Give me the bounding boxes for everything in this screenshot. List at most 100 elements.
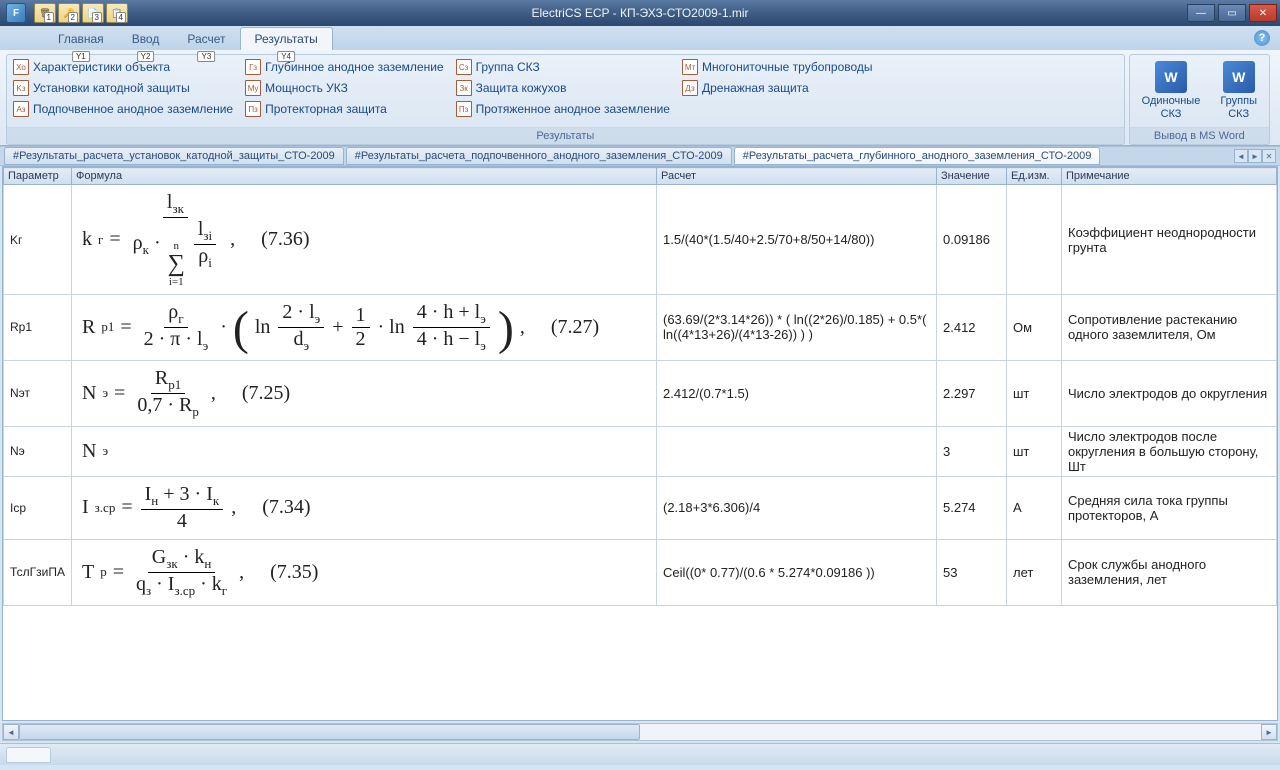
cell-calc: Ceil((0* 0.77)/(0.6 * 5.274*0.09186 )) xyxy=(657,539,937,605)
ribbon-group-results-label: Результаты xyxy=(7,127,1124,144)
cell-param: Nэт xyxy=(4,360,72,426)
cell-calc: 1.5/(40*(1.5/40+2.5/70+8/50+14/80)) xyxy=(657,185,937,294)
cell-note: Сопротивление растеканию одного заземлит… xyxy=(1062,294,1277,360)
cell-formula: kг = lзк ρк · n∑i=1 lзiρi , (7.36) xyxy=(72,185,657,294)
quick-access-toolbar: 🗑1 🔑2 📄3 📋4 xyxy=(34,3,128,23)
col-unit[interactable]: Ед.изм. xyxy=(1007,168,1062,185)
scroll-right-button[interactable]: ► xyxy=(1261,724,1277,740)
ribbon-tabs: ГлавнаяY1 ВводY2 РасчетY3 РезультатыY4 ? xyxy=(0,26,1280,50)
doc-tab-next[interactable]: ► xyxy=(1248,149,1262,163)
ribbon-group-word: W Одиночные СКЗ W Группы СКЗ Вывод в MS … xyxy=(1129,54,1270,145)
cell-param: Nэ xyxy=(4,426,72,476)
ribbon-tab-main[interactable]: ГлавнаяY1 xyxy=(44,28,118,50)
doc-tab-deep-anode[interactable]: #Результаты_расчета_глубинного_анодного_… xyxy=(734,147,1101,165)
deep-anode-icon: Гз xyxy=(245,59,261,75)
results-extended-anode[interactable]: ПзПротяженное анодное заземление xyxy=(452,99,678,119)
cell-value: 53 xyxy=(937,539,1007,605)
cell-unit: шт xyxy=(1007,360,1062,426)
cell-formula: Nэ xyxy=(72,426,657,476)
cell-formula: Tp = Gзк · kнqз · Iз.ср · kг , (7.35) xyxy=(72,539,657,605)
results-deep-anode[interactable]: ГзГлубинное анодное заземление xyxy=(241,57,452,77)
document-tabs: #Результаты_расчета_установок_катодной_з… xyxy=(0,146,1280,166)
window-title: ElectriCS ECP - КП-ЭХЗ-СТО2009-1.mir xyxy=(531,6,748,20)
qat-item-4[interactable]: 📋4 xyxy=(106,3,128,23)
cell-calc: 2.412/(0.7*1.5) xyxy=(657,360,937,426)
ribbon-group-word-label: Вывод в MS Word xyxy=(1130,127,1269,144)
cell-calc: (63.69/(2*3.14*26)) * ( ln((2*26)/0.185)… xyxy=(657,294,937,360)
qat-item-3[interactable]: 📄3 xyxy=(82,3,104,23)
col-calc[interactable]: Расчет xyxy=(657,168,937,185)
table-row: Nэт Nэ = Rp10,7 · Rp , (7.25) 2.412/(0.7… xyxy=(4,360,1277,426)
ribbon-tab-calc[interactable]: РасчетY3 xyxy=(173,28,239,50)
maximize-button[interactable]: ▭ xyxy=(1218,4,1246,22)
ribbon-tab-results[interactable]: РезультатыY4 xyxy=(240,27,333,50)
ribbon-group-results: XoХарактеристики объекта KзУстановки кат… xyxy=(6,54,1125,145)
scroll-track[interactable] xyxy=(19,724,1261,740)
cell-unit: лет xyxy=(1007,539,1062,605)
results-casing[interactable]: ЗкЗащита кожухов xyxy=(452,78,678,98)
cell-calc xyxy=(657,426,937,476)
cell-unit: шт xyxy=(1007,426,1062,476)
cell-calc: (2.18+3*6.306)/4 xyxy=(657,476,937,539)
table-row: ТслГзиПА Tp = Gзк · kнqз · Iз.ср · kг , … xyxy=(4,539,1277,605)
help-icon[interactable]: ? xyxy=(1254,30,1270,46)
cell-param: Kг xyxy=(4,185,72,294)
results-drainage[interactable]: ДзДренажная защита xyxy=(678,78,881,98)
qat-item-1[interactable]: 🗑1 xyxy=(34,3,56,23)
doc-tab-prev[interactable]: ◄ xyxy=(1234,149,1248,163)
cell-unit: Ом xyxy=(1007,294,1062,360)
cell-value: 0.09186 xyxy=(937,185,1007,294)
app-menu-button[interactable]: F xyxy=(6,3,26,23)
cell-value: 2.412 xyxy=(937,294,1007,360)
word-single-icon: W xyxy=(1155,61,1187,93)
protector-icon: Пз xyxy=(245,101,261,117)
minimize-button[interactable]: — xyxy=(1187,4,1215,22)
horizontal-scrollbar[interactable]: ◄ ► xyxy=(2,723,1278,741)
cell-param: Iср xyxy=(4,476,72,539)
table-row: Nэ Nэ 3 шт Число электродов после округл… xyxy=(4,426,1277,476)
ribbon-tab-input[interactable]: ВводY2 xyxy=(118,28,174,50)
results-subsurface-anode[interactable]: AзПодпочвенное анодное заземление xyxy=(9,99,241,119)
cell-value: 5.274 xyxy=(937,476,1007,539)
scroll-thumb[interactable] xyxy=(19,724,640,740)
results-table: Параметр Формула Расчет Значение Ед.изм.… xyxy=(3,167,1277,605)
results-multiline[interactable]: MтМногониточные трубопроводы xyxy=(678,57,881,77)
status-tab[interactable] xyxy=(6,747,51,763)
extended-anode-icon: Пз xyxy=(456,101,472,117)
table-row: Kг kг = lзк ρк · n∑i=1 lзiρi , (7.36) 1.… xyxy=(4,185,1277,294)
cell-value: 2.297 xyxy=(937,360,1007,426)
doc-tab-close[interactable]: ✕ xyxy=(1262,149,1276,163)
cell-param: Rp1 xyxy=(4,294,72,360)
export-group-skz[interactable]: W Группы СКЗ xyxy=(1210,57,1267,125)
cell-formula: Nэ = Rp10,7 · Rp , (7.25) xyxy=(72,360,657,426)
results-protector[interactable]: ПзПротекторная защита xyxy=(241,99,452,119)
ukz-power-icon: Mу xyxy=(245,80,261,96)
drainage-icon: Дз xyxy=(682,80,698,96)
cell-note: Средняя сила тока группы протекторов, А xyxy=(1062,476,1277,539)
results-table-area[interactable]: Параметр Формула Расчет Значение Ед.изм.… xyxy=(2,166,1278,721)
word-group-icon: W xyxy=(1223,61,1255,93)
cell-value: 3 xyxy=(937,426,1007,476)
characteristics-icon: Xo xyxy=(13,59,29,75)
results-ukz-power[interactable]: MуМощность УКЗ xyxy=(241,78,452,98)
col-note[interactable]: Примечание xyxy=(1062,168,1277,185)
scroll-left-button[interactable]: ◄ xyxy=(3,724,19,740)
doc-tab-subsurface[interactable]: #Результаты_расчета_подпочвенного_анодно… xyxy=(346,147,732,165)
casing-icon: Зк xyxy=(456,80,472,96)
cell-formula: Iз.ср = Iн + 3 · Iк4 , (7.34) xyxy=(72,476,657,539)
doc-tab-cathodic[interactable]: #Результаты_расчета_установок_катодной_з… xyxy=(4,147,344,165)
cell-unit xyxy=(1007,185,1062,294)
col-value[interactable]: Значение xyxy=(937,168,1007,185)
export-single-skz[interactable]: W Одиночные СКЗ xyxy=(1132,57,1211,125)
cell-note: Коэффициент неоднородности грунта xyxy=(1062,185,1277,294)
results-cathodic[interactable]: KзУстановки катодной защиты xyxy=(9,78,241,98)
status-bar xyxy=(0,743,1280,765)
cell-note: Срок службы анодного заземления, лет xyxy=(1062,539,1277,605)
results-skz-group[interactable]: СзГруппа СКЗ xyxy=(452,57,678,77)
qat-item-2[interactable]: 🔑2 xyxy=(58,3,80,23)
col-formula[interactable]: Формула xyxy=(72,168,657,185)
cell-param: ТслГзиПА xyxy=(4,539,72,605)
col-param[interactable]: Параметр xyxy=(4,168,72,185)
close-button[interactable]: ✕ xyxy=(1249,4,1277,22)
cathodic-icon: Kз xyxy=(13,80,29,96)
